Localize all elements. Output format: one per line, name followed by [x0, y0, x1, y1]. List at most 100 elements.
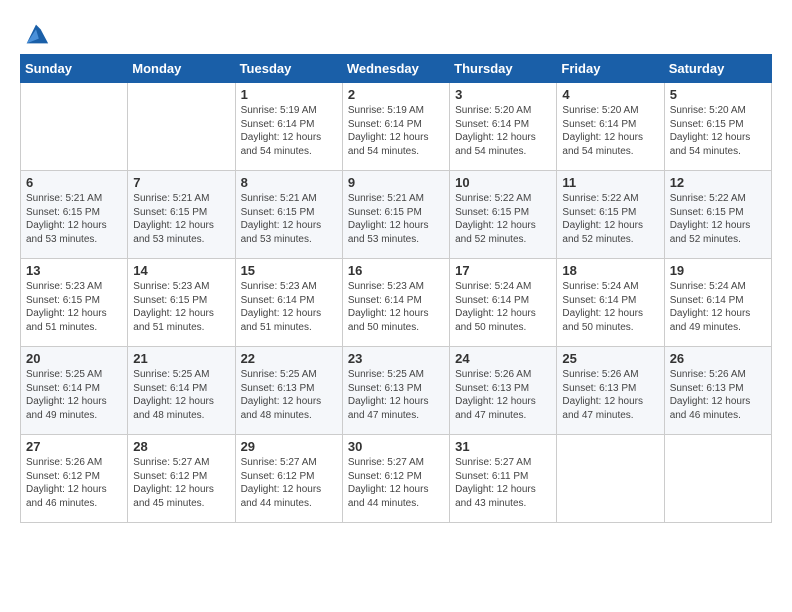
day-cell: 25 Sunrise: 5:26 AM Sunset: 6:13 PM Dayli…: [557, 347, 664, 435]
day-cell: 12Sunrise: 5:22 AM Sunset: 6:15 PM Dayli…: [664, 171, 771, 259]
day-cell: 9Sunrise: 5:21 AM Sunset: 6:15 PM Daylig…: [342, 171, 449, 259]
day-cell: 17 Sunrise: 5:24 AM Sunset: 6:14 PM Dayli…: [450, 259, 557, 347]
week-row-2: 6 Sunrise: 5:21 AM Sunset: 6:15 PM Daylig…: [21, 171, 772, 259]
day-cell: 30 Sunrise: 5:27 AM Sunset: 6:12 PM Dayli…: [342, 435, 449, 523]
weekday-header-sunday: Sunday: [21, 55, 128, 83]
day-number: 24: [455, 351, 551, 366]
day-number: 2: [348, 87, 444, 102]
day-info: Sunrise: 5:22 AM Sunset: 6:15 PM Dayligh…: [562, 192, 658, 246]
day-number: 22: [241, 351, 337, 366]
day-cell: 31 Sunrise: 5:27 AM Sunset: 6:11 PM Dayli…: [450, 435, 557, 523]
day-number: 7: [133, 175, 229, 190]
day-info: Sunrise: 5:20 AM Sunset: 6:14 PM Dayligh…: [455, 104, 551, 158]
week-row-3: 13 Sunrise: 5:23 AM Sunset: 6:15 PM Dayli…: [21, 259, 772, 347]
day-number: 15: [241, 263, 337, 278]
day-info: Sunrise: 5:25 AM Sunset: 6:14 PM Dayligh…: [133, 368, 229, 422]
day-number: 9: [348, 175, 444, 190]
weekday-header-tuesday: Tuesday: [235, 55, 342, 83]
day-info: Sunrise: 5:20 AM Sunset: 6:15 PM Dayligh…: [670, 104, 766, 158]
day-info: Sunrise: 5:20 AM Sunset: 6:14 PM Dayligh…: [562, 104, 658, 158]
day-info: Sunrise: 5:19 AM Sunset: 6:14 PM Dayligh…: [348, 104, 444, 158]
day-cell: 5Sunrise: 5:20 AM Sunset: 6:15 PM Daylig…: [664, 83, 771, 171]
day-cell: 11 Sunrise: 5:22 AM Sunset: 6:15 PM Dayli…: [557, 171, 664, 259]
day-info: Sunrise: 5:27 AM Sunset: 6:11 PM Dayligh…: [455, 456, 551, 510]
day-info: Sunrise: 5:24 AM Sunset: 6:14 PM Dayligh…: [562, 280, 658, 334]
day-info: Sunrise: 5:24 AM Sunset: 6:14 PM Dayligh…: [455, 280, 551, 334]
day-info: Sunrise: 5:25 AM Sunset: 6:14 PM Dayligh…: [26, 368, 122, 422]
day-info: Sunrise: 5:21 AM Sunset: 6:15 PM Dayligh…: [26, 192, 122, 246]
day-number: 6: [26, 175, 122, 190]
day-number: 14: [133, 263, 229, 278]
day-info: Sunrise: 5:22 AM Sunset: 6:15 PM Dayligh…: [670, 192, 766, 246]
day-cell: 24 Sunrise: 5:26 AM Sunset: 6:13 PM Dayli…: [450, 347, 557, 435]
day-info: Sunrise: 5:26 AM Sunset: 6:13 PM Dayligh…: [455, 368, 551, 422]
day-number: 11: [562, 175, 658, 190]
day-number: 16: [348, 263, 444, 278]
weekday-header-friday: Friday: [557, 55, 664, 83]
day-info: Sunrise: 5:26 AM Sunset: 6:12 PM Dayligh…: [26, 456, 122, 510]
day-cell: 15Sunrise: 5:23 AM Sunset: 6:14 PM Dayli…: [235, 259, 342, 347]
day-cell: 26 Sunrise: 5:26 AM Sunset: 6:13 PM Dayli…: [664, 347, 771, 435]
day-info: Sunrise: 5:27 AM Sunset: 6:12 PM Dayligh…: [133, 456, 229, 510]
day-cell: 13 Sunrise: 5:23 AM Sunset: 6:15 PM Dayli…: [21, 259, 128, 347]
day-number: 28: [133, 439, 229, 454]
day-cell: 3 Sunrise: 5:20 AM Sunset: 6:14 PM Daylig…: [450, 83, 557, 171]
weekday-header-saturday: Saturday: [664, 55, 771, 83]
day-cell: 28 Sunrise: 5:27 AM Sunset: 6:12 PM Dayli…: [128, 435, 235, 523]
day-info: Sunrise: 5:21 AM Sunset: 6:15 PM Dayligh…: [241, 192, 337, 246]
day-info: Sunrise: 5:23 AM Sunset: 6:15 PM Dayligh…: [26, 280, 122, 334]
day-number: 27: [26, 439, 122, 454]
day-cell: 1 Sunrise: 5:19 AM Sunset: 6:14 PM Daylig…: [235, 83, 342, 171]
day-cell: 18 Sunrise: 5:24 AM Sunset: 6:14 PM Dayli…: [557, 259, 664, 347]
day-number: 21: [133, 351, 229, 366]
day-cell: 16Sunrise: 5:23 AM Sunset: 6:14 PM Dayli…: [342, 259, 449, 347]
day-number: 13: [26, 263, 122, 278]
week-row-1: 1 Sunrise: 5:19 AM Sunset: 6:14 PM Daylig…: [21, 83, 772, 171]
day-number: 26: [670, 351, 766, 366]
day-info: Sunrise: 5:19 AM Sunset: 6:14 PM Dayligh…: [241, 104, 337, 158]
day-number: 23: [348, 351, 444, 366]
page-header: [20, 20, 772, 48]
week-row-5: 27 Sunrise: 5:26 AM Sunset: 6:12 PM Dayli…: [21, 435, 772, 523]
day-number: 31: [455, 439, 551, 454]
day-number: 17: [455, 263, 551, 278]
day-info: Sunrise: 5:26 AM Sunset: 6:13 PM Dayligh…: [670, 368, 766, 422]
day-number: 3: [455, 87, 551, 102]
day-cell: [21, 83, 128, 171]
weekday-header-monday: Monday: [128, 55, 235, 83]
day-cell: 6 Sunrise: 5:21 AM Sunset: 6:15 PM Daylig…: [21, 171, 128, 259]
day-info: Sunrise: 5:26 AM Sunset: 6:13 PM Dayligh…: [562, 368, 658, 422]
day-number: 30: [348, 439, 444, 454]
day-cell: 23 Sunrise: 5:25 AM Sunset: 6:13 PM Dayli…: [342, 347, 449, 435]
day-cell: 27 Sunrise: 5:26 AM Sunset: 6:12 PM Dayli…: [21, 435, 128, 523]
day-number: 8: [241, 175, 337, 190]
day-number: 20: [26, 351, 122, 366]
day-cell: 8 Sunrise: 5:21 AM Sunset: 6:15 PM Daylig…: [235, 171, 342, 259]
day-cell: 14Sunrise: 5:23 AM Sunset: 6:15 PM Dayli…: [128, 259, 235, 347]
day-info: Sunrise: 5:24 AM Sunset: 6:14 PM Dayligh…: [670, 280, 766, 334]
day-number: 25: [562, 351, 658, 366]
day-cell: 29Sunrise: 5:27 AM Sunset: 6:12 PM Dayli…: [235, 435, 342, 523]
day-info: Sunrise: 5:22 AM Sunset: 6:15 PM Dayligh…: [455, 192, 551, 246]
day-cell: 22 Sunrise: 5:25 AM Sunset: 6:13 PM Dayli…: [235, 347, 342, 435]
day-cell: [557, 435, 664, 523]
day-number: 29: [241, 439, 337, 454]
day-cell: [664, 435, 771, 523]
calendar-table: SundayMondayTuesdayWednesdayThursdayFrid…: [20, 54, 772, 523]
day-number: 19: [670, 263, 766, 278]
day-number: 4: [562, 87, 658, 102]
day-cell: 7Sunrise: 5:21 AM Sunset: 6:15 PM Daylig…: [128, 171, 235, 259]
day-cell: 19 Sunrise: 5:24 AM Sunset: 6:14 PM Dayli…: [664, 259, 771, 347]
day-number: 18: [562, 263, 658, 278]
day-cell: [128, 83, 235, 171]
day-cell: 4 Sunrise: 5:20 AM Sunset: 6:14 PM Daylig…: [557, 83, 664, 171]
weekday-header-row: SundayMondayTuesdayWednesdayThursdayFrid…: [21, 55, 772, 83]
day-info: Sunrise: 5:27 AM Sunset: 6:12 PM Dayligh…: [348, 456, 444, 510]
day-info: Sunrise: 5:25 AM Sunset: 6:13 PM Dayligh…: [241, 368, 337, 422]
day-info: Sunrise: 5:25 AM Sunset: 6:13 PM Dayligh…: [348, 368, 444, 422]
day-number: 10: [455, 175, 551, 190]
day-cell: 2 Sunrise: 5:19 AM Sunset: 6:14 PM Daylig…: [342, 83, 449, 171]
day-number: 1: [241, 87, 337, 102]
weekday-header-thursday: Thursday: [450, 55, 557, 83]
week-row-4: 20 Sunrise: 5:25 AM Sunset: 6:14 PM Dayli…: [21, 347, 772, 435]
